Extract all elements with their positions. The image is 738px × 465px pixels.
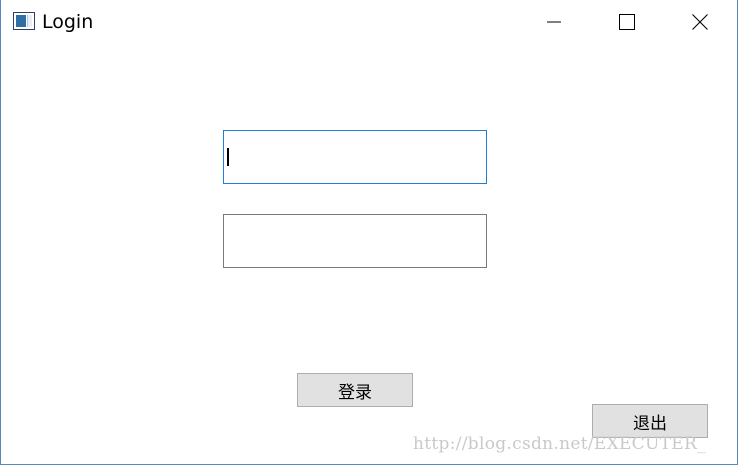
login-button[interactable]: 登录: [297, 373, 413, 407]
maximize-button[interactable]: [604, 0, 650, 44]
minimize-button[interactable]: [531, 0, 577, 44]
title-bar[interactable]: Login: [1, 0, 737, 44]
text-caret: [227, 148, 229, 166]
app-window-icon: [13, 12, 35, 30]
close-button[interactable]: [677, 0, 723, 44]
maximize-icon: [619, 14, 635, 30]
exit-button[interactable]: 退出: [592, 404, 708, 438]
minimize-icon: [547, 21, 561, 23]
exit-button-label: 退出: [633, 413, 667, 434]
login-button-label: 登录: [338, 382, 372, 403]
login-window: Login 登录 退出 http://blog.csdn.net/EXECUTE…: [0, 0, 738, 465]
username-input[interactable]: [223, 130, 487, 184]
close-icon: [692, 14, 708, 30]
password-input[interactable]: [223, 214, 487, 268]
watermark-text: http://blog.csdn.net/EXECUTER_: [413, 434, 706, 454]
window-title: Login: [42, 11, 94, 33]
